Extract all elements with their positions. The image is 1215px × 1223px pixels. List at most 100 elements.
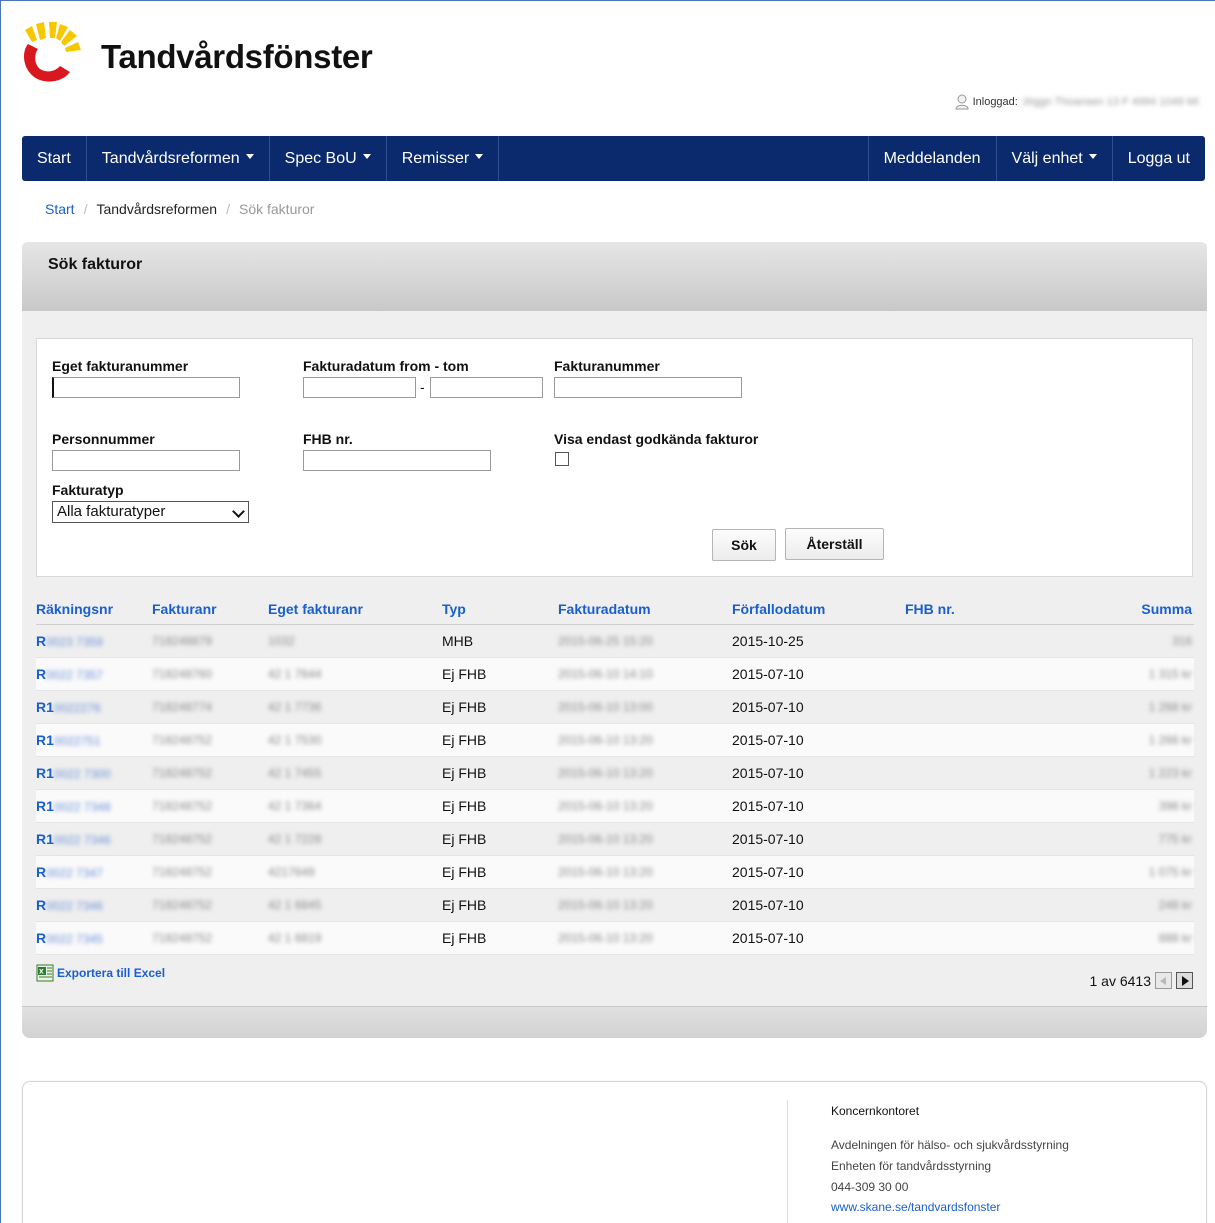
caret-down-icon — [245, 154, 254, 160]
cell-rakningsnr-link[interactable]: R10022 7346 — [36, 831, 111, 847]
rakningsnr-prefix: R — [36, 864, 47, 880]
col-fakturanr[interactable]: Fakturanr — [152, 601, 217, 617]
table-row: R10022751 718248752 42 1 7530 Ej FHB 2015-06… — [36, 724, 1194, 757]
breadcrumb-start[interactable]: Start — [45, 201, 75, 217]
eget-fakturanummer-input[interactable] — [52, 377, 240, 398]
personnummer-input[interactable] — [52, 450, 240, 471]
cell-fakturanr: 718248752 — [152, 733, 213, 747]
cell-fakturadatum: 2015-06-10 13:20 — [558, 865, 653, 879]
nav-meddelanden-label: Meddelanden — [883, 150, 981, 167]
cell-forfallodatum: 2015-07-10 — [732, 798, 804, 814]
rakningsnr-prefix: R1 — [36, 765, 54, 781]
fakturadatum-from-input[interactable] — [303, 377, 416, 398]
col-summa[interactable]: Summa — [1141, 601, 1192, 617]
nav-spec-bou[interactable]: Spec BoU — [270, 136, 387, 181]
cell-fakturadatum: 2015-06-10 13:20 — [558, 931, 653, 945]
visa-godkanda-checkbox[interactable] — [555, 452, 569, 466]
rakningsnr-rest: 0022 7348 — [53, 800, 111, 814]
personnummer-label: Personnummer — [52, 431, 155, 447]
col-fakturadatum[interactable]: Fakturadatum — [558, 601, 651, 617]
cell-rakningsnr-link[interactable]: R0022 7357 — [36, 666, 103, 682]
rakningsnr-rest: 0023 7359 — [46, 635, 103, 649]
visa-godkanda-label: Visa endast godkända fakturor — [554, 431, 759, 447]
cell-rakningsnr-link[interactable]: R0023 7359 — [36, 633, 103, 649]
panel-header — [22, 242, 1207, 311]
nav-logga-ut[interactable]: Logga ut — [1111, 136, 1205, 181]
cell-typ: Ej FHB — [442, 666, 487, 682]
sok-button[interactable]: Sök — [712, 529, 776, 561]
chevron-down-icon — [232, 505, 245, 518]
panel-footer-bar — [22, 1006, 1207, 1038]
cell-rakningsnr-link[interactable]: R0022 7345 — [36, 930, 103, 946]
col-fhb-nr[interactable]: FHB nr. — [905, 601, 955, 617]
breadcrumb-separator: / — [83, 201, 88, 217]
prev-page-button[interactable] — [1155, 972, 1172, 989]
col-rakningsnr[interactable]: Räkningsnr — [36, 601, 113, 617]
cell-summa: 1 266 kr — [1148, 733, 1192, 747]
nav-meddelanden[interactable]: Meddelanden — [867, 136, 996, 181]
breadcrumb-separator: / — [226, 201, 230, 217]
aterstall-button[interactable]: Återställ — [785, 528, 884, 560]
table-row: R0023 7359 718248879 1032 MHB 2015-06-25 15:… — [36, 625, 1194, 658]
page-footer: Koncernkontoret Avdelningen för hälso- o… — [22, 1081, 1207, 1223]
footer-link[interactable]: www.skane.se/tandvardsfonster — [831, 1200, 1000, 1214]
search-form: Eget fakturanummer Fakturadatum from - t… — [36, 338, 1193, 577]
rakningsnr-prefix: R — [36, 666, 47, 682]
nav-start[interactable]: Start — [22, 136, 87, 181]
caret-down-icon — [475, 154, 484, 160]
cell-eget-fakturanr: 42 1 7455 — [268, 766, 322, 780]
footer-line-2: Enheten för tandvårdsstyrning — [831, 1159, 992, 1173]
search-panel: Sök fakturor Eget fakturanummer Fakturad… — [22, 242, 1207, 1038]
cell-summa: 888 kr — [1158, 931, 1192, 945]
cell-fakturadatum: 2015-06-10 13:20 — [558, 799, 653, 813]
cell-summa: 1 223 kr — [1148, 766, 1192, 780]
nav-valj-enhet[interactable]: Välj enhet — [995, 136, 1112, 181]
pagination: 1 av 6413 — [1090, 972, 1193, 989]
cell-rakningsnr-link[interactable]: R10022 7348 — [36, 798, 111, 814]
cell-typ: Ej FHB — [442, 798, 487, 814]
fakturatyp-select[interactable]: Alla fakturatyper — [52, 501, 249, 523]
cell-eget-fakturanr: 42 1 7530 — [268, 733, 322, 747]
main-navbar: Start Tandvårdsreformen Spec BoU Remisse… — [22, 136, 1205, 181]
breadcrumb-section[interactable]: Tandvårdsreformen — [96, 201, 217, 217]
fakturanummer-input[interactable] — [554, 377, 742, 398]
footer-phone: 044-309 30 00 — [831, 1180, 909, 1194]
rakningsnr-rest: 0022 7357 — [46, 668, 103, 682]
fakturadatum-tom-input[interactable] — [430, 377, 543, 398]
rakningsnr-prefix: R — [36, 897, 47, 913]
cell-forfallodatum: 2015-07-10 — [732, 765, 804, 781]
date-range-dash: - — [420, 379, 425, 395]
cell-rakningsnr-link[interactable]: R10022276 — [36, 699, 101, 715]
next-page-button[interactable] — [1176, 972, 1193, 989]
cell-rakningsnr-link[interactable]: R10022 7300 — [36, 765, 111, 781]
eget-fakturanummer-label: Eget fakturanummer — [52, 358, 189, 374]
nav-tandvardsreformen[interactable]: Tandvårdsreformen — [87, 136, 270, 181]
nav-remisser-label: Remisser — [401, 150, 470, 167]
rakningsnr-rest: 0022276 — [53, 701, 101, 715]
cell-fakturadatum: 2015-06-25 15:20 — [558, 634, 653, 648]
cell-rakningsnr-link[interactable]: R10022751 — [36, 732, 101, 748]
rakningsnr-prefix: R1 — [36, 798, 54, 814]
cell-summa: 1 268 kr — [1148, 700, 1192, 714]
cell-summa: 248 kr — [1158, 898, 1192, 912]
cell-rakningsnr-link[interactable]: R0022 7346 — [36, 897, 103, 913]
export-excel-link[interactable]: X Exportera till Excel — [36, 964, 165, 982]
cell-fakturanr: 718248760 — [152, 667, 213, 681]
nav-start-label: Start — [37, 150, 71, 167]
col-forfallodatum[interactable]: Förfallodatum — [732, 601, 825, 617]
cell-summa: 1 315 kr — [1148, 667, 1192, 681]
col-typ[interactable]: Typ — [442, 601, 466, 617]
rakningsnr-prefix: R1 — [36, 732, 54, 748]
col-eget-fakturanr[interactable]: Eget fakturanr — [268, 601, 363, 617]
cell-fakturadatum: 2015-06-10 14:10 — [558, 667, 653, 681]
cell-eget-fakturanr: 42 1 7644 — [268, 667, 322, 681]
cell-rakningsnr-link[interactable]: R0022 7347 — [36, 864, 103, 880]
svg-text:X: X — [39, 969, 44, 976]
breadcrumb-current: Sök fakturor — [238, 201, 315, 217]
table-row: R10022 7300 718248752 42 1 7455 Ej FHB 2015-… — [36, 757, 1194, 790]
rakningsnr-rest: 0022 7347 — [46, 866, 103, 880]
fhb-input[interactable] — [303, 450, 491, 471]
nav-remisser[interactable]: Remisser — [387, 136, 500, 181]
user-icon — [955, 94, 969, 110]
